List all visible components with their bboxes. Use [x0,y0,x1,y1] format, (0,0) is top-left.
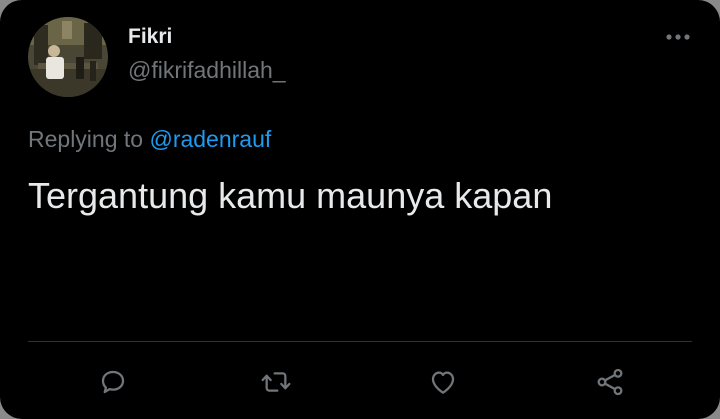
share-button[interactable] [592,364,628,400]
reply-icon [101,370,125,394]
heart-icon [431,371,455,394]
retweet-icon [261,372,291,392]
author-display-name[interactable]: Fikri [128,25,172,49]
avatar[interactable] [28,17,108,97]
like-button[interactable] [425,364,461,400]
tweet-card: Fikri @fikrifadhillah_ Replying to @rade… [0,0,720,419]
tweet-text: Tergantung kamu maunya kapan [28,175,553,216]
retweet-button[interactable] [258,364,294,400]
replying-to-mention[interactable]: @radenrauf [149,126,271,152]
replying-prefix: Replying to [28,126,144,152]
more-dots-icon [666,34,690,40]
divider [28,341,692,342]
more-options-button[interactable] [660,22,696,52]
reply-button[interactable] [95,364,131,400]
author-username[interactable]: @fikrifadhillah_ [128,57,286,84]
share-icon [597,368,623,396]
avatar-photo [28,17,108,97]
replying-to-line: Replying to @radenrauf [28,126,271,153]
